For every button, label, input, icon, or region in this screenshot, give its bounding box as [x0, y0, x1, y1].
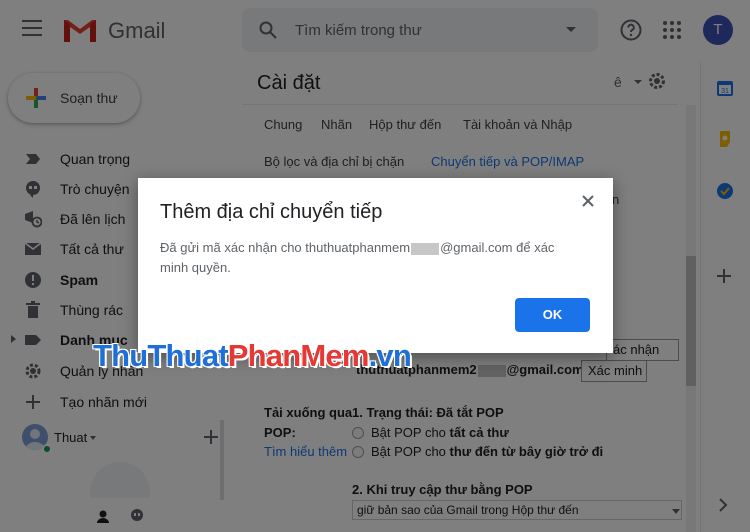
dialog-message-prefix: Đã gửi mã xác nhận cho thuthuatphanmem: [160, 240, 411, 255]
redacted-block: [411, 242, 440, 255]
watermark-part: .vn: [368, 338, 412, 373]
add-forwarding-dialog: Thêm địa chỉ chuyển tiếp Đã gửi mã xác n…: [138, 178, 613, 353]
ok-button[interactable]: OK: [515, 298, 590, 332]
dialog-title: Thêm địa chỉ chuyển tiếp: [160, 201, 383, 223]
dialog-message: Đã gửi mã xác nhận cho thuthuatphanmem @g…: [160, 238, 580, 278]
close-icon[interactable]: [581, 194, 595, 208]
watermark-part: ThuThuat: [93, 338, 229, 373]
watermark-logo: ThuThuatPhanMem.vn: [93, 338, 412, 374]
watermark-part: PhanMem: [227, 338, 370, 373]
